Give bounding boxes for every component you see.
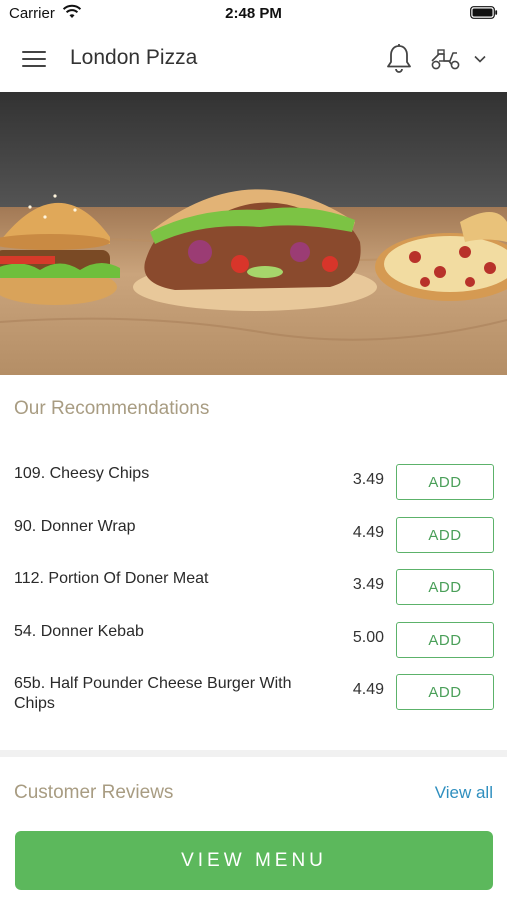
item-name: 65b. Half Pounder Cheese Burger With Chi… [14, 675, 292, 712]
section-divider [0, 750, 507, 757]
reviews-heading: Customer Reviews [14, 782, 174, 803]
list-item: 109. Cheesy Chips 3.49 ADD [0, 455, 507, 507]
add-button[interactable]: ADD [396, 674, 494, 710]
add-button[interactable]: ADD [396, 517, 494, 553]
item-price: 4.49 [352, 524, 384, 541]
add-button[interactable]: ADD [396, 464, 494, 500]
list-item: 90. Donner Wrap 4.49 ADD [0, 508, 507, 560]
add-button[interactable]: ADD [396, 569, 494, 605]
hero-banner-image [0, 92, 507, 375]
add-button[interactable]: ADD [396, 622, 494, 658]
view-all-reviews-link[interactable]: View all [435, 783, 493, 803]
item-price: 3.49 [352, 576, 384, 593]
chevron-down-icon[interactable] [473, 54, 487, 64]
app-bar: London Pizza [0, 28, 507, 92]
status-bar: Carrier 2:48 PM [0, 0, 507, 28]
hamburger-menu-icon[interactable] [22, 48, 48, 72]
item-name: 90. Donner Wrap [14, 518, 136, 535]
bell-icon[interactable] [385, 43, 413, 75]
item-price: 4.49 [352, 681, 384, 698]
clock: 2:48 PM [225, 5, 282, 22]
restaurant-title: London Pizza [70, 46, 198, 69]
scooter-icon[interactable] [430, 47, 462, 71]
list-item: 65b. Half Pounder Cheese Burger With Chi… [0, 665, 507, 725]
food-illustration [0, 92, 507, 375]
battery-icon [470, 6, 498, 19]
view-menu-button[interactable]: VIEW MENU [15, 831, 493, 890]
item-price: 3.49 [352, 471, 384, 488]
recommendations-heading: Our Recommendations [14, 398, 210, 419]
item-price: 5.00 [352, 629, 384, 646]
list-item: 54. Donner Kebab 5.00 ADD [0, 613, 507, 665]
item-name: 109. Cheesy Chips [14, 465, 150, 482]
item-name: 54. Donner Kebab [14, 623, 144, 640]
list-item: 112. Portion Of Doner Meat 3.49 ADD [0, 560, 507, 612]
item-name: 112. Portion Of Doner Meat [14, 570, 209, 587]
